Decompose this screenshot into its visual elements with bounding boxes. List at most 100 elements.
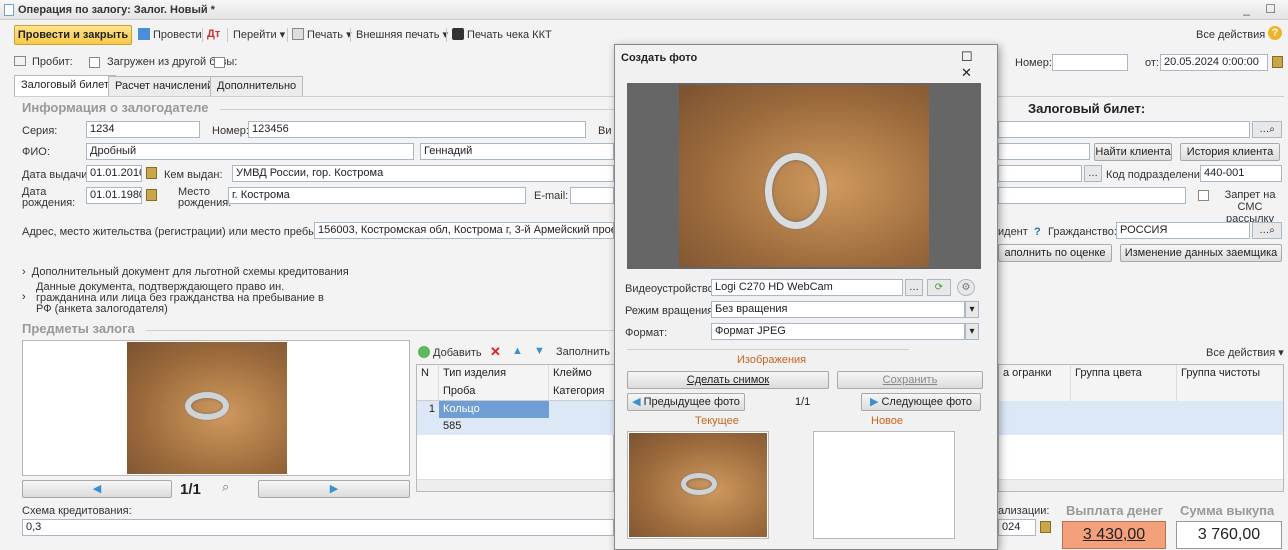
format-select[interactable]: Формат JPEG [711,323,965,340]
chevron-down-icon[interactable]: ▾ [965,301,979,318]
photo-counter: 1/1 [180,481,201,498]
print-menu[interactable]: Печать ▾ [292,28,352,41]
window-controls[interactable]: _ ☐ [1243,2,1282,16]
calendar-icon[interactable] [1040,521,1051,533]
pledges-grid: N Тип изделия Клеймо Проба Категория 1 К… [416,364,615,492]
calendar-icon[interactable] [1272,56,1283,68]
dt-kt-icon[interactable]: Дт [207,28,220,40]
tab-pledge-ticket[interactable]: Залоговый билет [14,75,116,97]
add-icon [418,346,430,358]
next-photo-dialog-button[interactable]: ▶ Следующее фото [861,393,981,411]
ticket-field[interactable] [998,121,1250,138]
passport-number-field[interactable]: 123456 [248,121,586,138]
next-photo-button[interactable]: ▶ [258,480,410,498]
tab-additional[interactable]: Дополнительно [210,76,304,96]
client-history-button[interactable]: История клиента [1180,143,1280,161]
fill-button[interactable]: Заполнить [556,346,610,358]
calendar-icon[interactable] [146,167,157,179]
row-number[interactable]: 1 [417,401,439,435]
client-field[interactable] [998,143,1090,160]
first-name-field[interactable]: Геннадий [420,143,614,160]
settings-icon[interactable]: ⚙ [957,279,975,296]
device-select-button[interactable]: … [905,279,923,296]
credit-scheme-field[interactable]: 0,3 [22,519,614,536]
chevron-right-icon[interactable]: › [22,291,26,303]
punched-checkbox[interactable] [89,57,100,68]
select-search-button[interactable]: …⌕ [1252,121,1282,138]
device-field[interactable]: Logi C270 HD WebCam [711,279,903,296]
address-label: Адрес, место жительства (регистрации) ил… [22,226,350,238]
sms-ban-label: Запрет на СМС рассылку [1224,189,1276,225]
grid-all-actions-menu[interactable]: Все действия ▾ [1206,346,1284,359]
prev-photo-button[interactable]: ◀ [22,480,172,498]
new-photo-label: Новое [871,415,904,427]
new-photo-panel [813,431,955,539]
calendar-icon[interactable] [146,189,157,201]
find-client-button[interactable]: Найти клиента [1094,143,1172,161]
row-hallmark[interactable] [549,401,615,418]
external-print-menu[interactable]: Внешняя печать ▾ [356,28,448,41]
issued-by-extra-field[interactable] [998,165,1082,182]
select-button[interactable]: … [1084,165,1102,182]
payout-amount[interactable]: 3 430,00 [1062,521,1166,549]
citizenship-field[interactable]: РОССИЯ [1116,222,1250,239]
date-label: от: [1145,57,1159,69]
row-probe[interactable]: 585 [439,418,549,435]
row-category[interactable] [549,418,615,435]
horizontal-scrollbar[interactable] [999,479,1283,491]
move-down-icon[interactable]: ▼ [534,345,545,357]
loaded-checkbox[interactable] [214,57,225,68]
arrow-right-icon: ▶ [869,396,882,408]
rotation-label: Режим вращения: [625,305,717,317]
delete-icon[interactable]: ✕ [490,344,501,360]
kkt-print-button[interactable]: Печать чека ККТ [452,28,552,41]
prev-photo-label: Предыдущее фото [643,396,740,408]
arrow-left-icon: ◀ [92,483,102,495]
help-question-icon[interactable]: ? [1034,226,1041,238]
row-type[interactable]: Кольцо [439,401,549,418]
date-field[interactable]: 20.05.2024 0:00:00 [1160,54,1268,71]
dept-code-field[interactable]: 440-001 [1200,165,1282,182]
dialog-window-controls[interactable]: ☐ ✕ [961,49,997,81]
change-borrower-button[interactable]: Изменение данных заемщика [1120,244,1282,262]
buyout-amount[interactable]: 3 760,00 [1176,521,1282,549]
fill-by-estimate-button[interactable]: аполнить по оценке [998,244,1112,262]
email-field[interactable] [570,187,614,204]
add-row-button[interactable]: Добавить [418,346,482,359]
all-actions-menu[interactable]: Все действия ▾ [1196,28,1274,41]
pledger-section-title: Информация о залогодателе [22,100,209,115]
sms-ban-checkbox[interactable] [1198,190,1209,201]
create-photo-dialog: Создать фото ☐ ✕ Видеоустройство: Logi C… [614,44,998,550]
take-snapshot-button[interactable]: Сделать снимок [627,371,829,389]
series-field[interactable]: 1234 [86,121,200,138]
tab-accruals[interactable]: Расчет начислений [108,76,221,96]
chevron-down-icon[interactable]: ▾ [965,323,979,340]
horizontal-scrollbar[interactable] [417,479,613,491]
issued-by-label: Кем выдан: [164,169,223,181]
realization-date-field[interactable]: 024 [998,519,1036,536]
passport-number-label: Номер: [212,125,249,137]
post-and-close-button[interactable]: Провести и закрыть [14,25,132,45]
issue-date-field[interactable]: 01.01.2016 [86,165,142,182]
col-header-color: Группа цвета [1071,365,1177,401]
prev-photo-dialog-button[interactable]: ◀ Предыдущее фото [627,393,745,411]
cash-register-icon [452,28,464,40]
extra-doc-link[interactable]: › Дополнительный документ для льготной с… [22,266,349,278]
birth-place-field[interactable]: г. Кострома [228,187,526,204]
number-field[interactable] [1052,54,1128,71]
post-button[interactable]: Провести [138,28,202,41]
move-up-icon[interactable]: ▲ [512,345,523,357]
help-icon[interactable]: ? [1268,26,1282,40]
rotation-select[interactable]: Без вращения [711,301,965,318]
issued-by-field[interactable]: УМВД России, гор. Кострома [232,165,614,182]
birth-date-field[interactable]: 01.01.1980 [86,187,142,204]
birth-extra-field[interactable] [998,187,1186,204]
goto-menu[interactable]: Перейти ▾ [233,28,285,41]
zoom-icon[interactable]: ⌕ [222,479,229,495]
citizenship-select-button[interactable]: …⌕ [1252,222,1282,239]
address-field[interactable]: 156003, Костромская обл, Кострома г, 3-й… [314,222,614,239]
row-right-cells[interactable] [999,401,1283,435]
last-name-field[interactable]: Дробный [86,143,414,160]
save-button[interactable]: Сохранить [837,371,983,389]
refresh-icon[interactable]: ⟳ [927,279,951,296]
